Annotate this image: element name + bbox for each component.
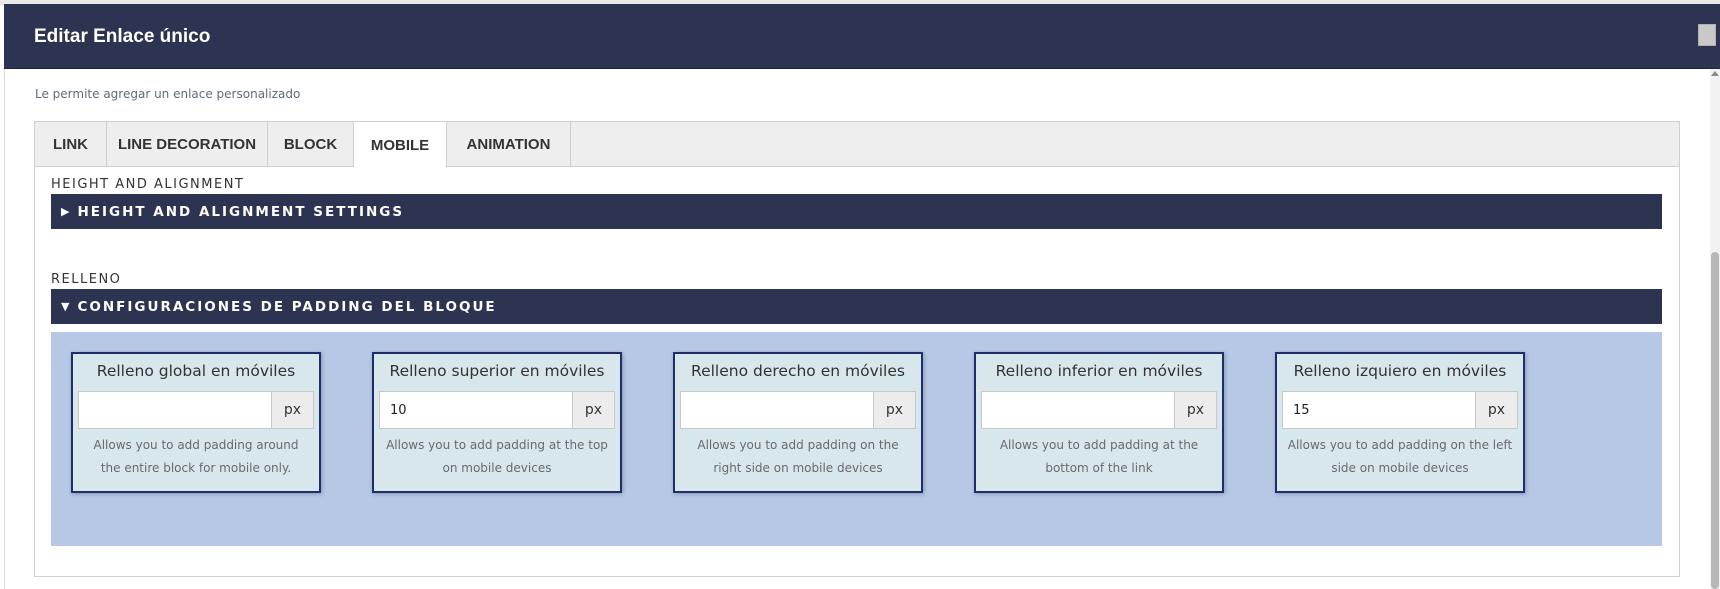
tab-line-decoration[interactable]: LINE DECORATION <box>107 122 268 167</box>
caret-down-icon: ▼ <box>61 300 70 313</box>
tab-mobile[interactable]: MOBILE <box>354 122 447 168</box>
modal-header: Editar Enlace único <box>4 4 1720 69</box>
modal-subtitle: Le permite agregar un enlace personaliza… <box>35 87 301 101</box>
height-section-label: HEIGHT AND ALIGNMENT <box>51 177 245 192</box>
padding-top-input-group: px <box>379 391 615 429</box>
tab-block[interactable]: BLOCK <box>268 122 354 167</box>
padding-top-title: Relleno superior en móviles <box>389 362 605 380</box>
unit-label: px <box>1175 391 1217 429</box>
scrollbar-thumb[interactable] <box>1711 252 1719 589</box>
unit-label: px <box>1476 391 1518 429</box>
padding-bottom-title: Relleno inferior en móviles <box>995 362 1203 380</box>
tab-link[interactable]: LINK <box>35 122 107 167</box>
modal-title: Editar Enlace único <box>34 26 211 47</box>
padding-right-help: Allows you to add padding on the right s… <box>697 438 899 475</box>
scroll-up-arrow-icon[interactable] <box>1711 71 1719 76</box>
padding-left-title: Relleno izquiero en móviles <box>1293 362 1507 380</box>
padding-section-label: RELLENO <box>51 272 122 287</box>
padding-bottom-help: Allows you to add padding at the bottom … <box>999 438 1199 475</box>
padding-global-title: Relleno global en móviles <box>96 362 296 380</box>
padding-top-input[interactable] <box>379 391 573 429</box>
padding-settings-toggle[interactable]: ▼ CONFIGURACIONES DE PADDING DEL BLOQUE <box>51 289 1662 324</box>
padding-right-input[interactable] <box>680 391 874 429</box>
padding-left-card: Relleno izquiero en móviles px Allows yo… <box>1275 352 1525 493</box>
padding-bottom-input-group: px <box>981 391 1217 429</box>
padding-fields-area: Relleno global en móviles px Allows you … <box>51 332 1662 546</box>
padding-top-card: Relleno superior en móviles px Allows yo… <box>372 352 622 493</box>
height-alignment-bar-label: HEIGHT AND ALIGNMENT SETTINGS <box>77 203 405 220</box>
padding-right-title: Relleno derecho en móviles <box>691 362 905 380</box>
padding-global-input-group: px <box>78 391 314 429</box>
padding-left-help: Allows you to add padding on the left si… <box>1287 438 1513 475</box>
height-alignment-toggle[interactable]: ▶ HEIGHT AND ALIGNMENT SETTINGS <box>51 194 1662 229</box>
unit-label: px <box>573 391 615 429</box>
unit-label: px <box>272 391 314 429</box>
padding-global-card: Relleno global en móviles px Allows you … <box>71 352 321 493</box>
close-button[interactable] <box>1698 24 1716 46</box>
padding-bottom-input[interactable] <box>981 391 1175 429</box>
padding-global-help: Allows you to add padding around the ent… <box>93 438 299 475</box>
tab-bar: LINK LINE DECORATION BLOCK MOBILE ANIMAT… <box>35 122 1679 168</box>
tab-animation[interactable]: ANIMATION <box>447 122 571 167</box>
padding-bottom-card: Relleno inferior en móviles px Allows yo… <box>974 352 1224 493</box>
padding-right-card: Relleno derecho en móviles px Allows you… <box>673 352 923 493</box>
unit-label: px <box>874 391 916 429</box>
padding-left-input-group: px <box>1282 391 1518 429</box>
padding-right-input-group: px <box>680 391 916 429</box>
padding-top-help: Allows you to add padding at the top on … <box>386 438 608 475</box>
settings-panel: LINK LINE DECORATION BLOCK MOBILE ANIMAT… <box>34 121 1680 577</box>
padding-left-input[interactable] <box>1282 391 1476 429</box>
padding-global-input[interactable] <box>78 391 272 429</box>
caret-right-icon: ▶ <box>61 205 70 218</box>
padding-bar-label: CONFIGURACIONES DE PADDING DEL BLOQUE <box>77 298 497 315</box>
